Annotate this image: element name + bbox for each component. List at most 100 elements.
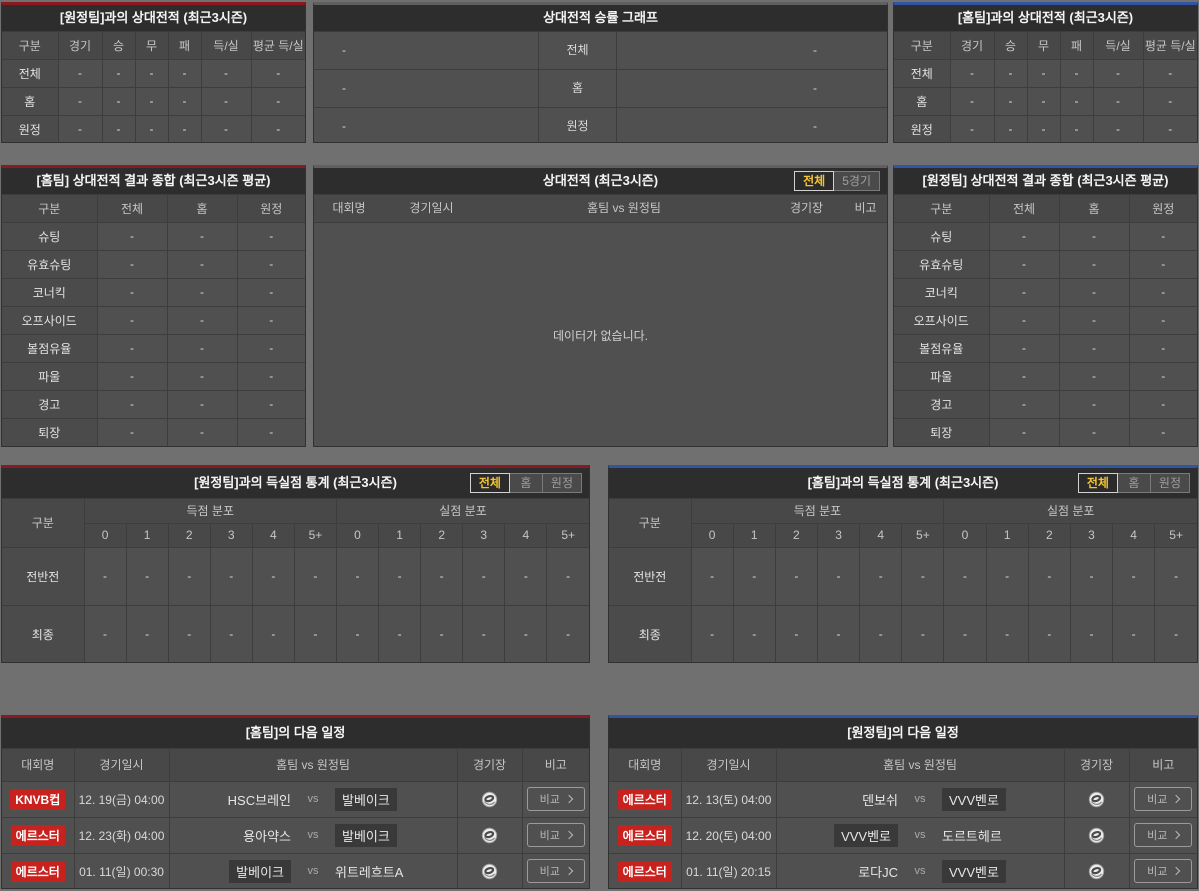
col-header: 원정 <box>237 195 305 222</box>
tab-all[interactable]: 전체 <box>1078 473 1118 493</box>
row-label: 홈 <box>2 87 58 115</box>
stat-value: - <box>252 605 294 663</box>
tab-all[interactable]: 전체 <box>794 171 834 191</box>
stat-value: - <box>97 390 167 418</box>
stat-value: - <box>84 547 126 605</box>
tab-home[interactable]: 홈 <box>509 473 543 493</box>
stat-value: - <box>1059 222 1129 250</box>
schedule-away-table: 대회명 경기일시 홈팀 vs 원정팀 경기장 비고 에르스터 12. 13(토)… <box>609 749 1197 889</box>
compare-button[interactable]: 비교 <box>1134 823 1192 847</box>
stat-value: - <box>168 605 210 663</box>
stat-value: - <box>167 362 237 390</box>
graph-right-value: - <box>617 108 887 143</box>
stat-value: - <box>1093 87 1143 115</box>
stat-value: - <box>168 547 210 605</box>
col-header: 전체 <box>97 195 167 222</box>
graph-row: - 원정 - <box>314 108 887 143</box>
stat-value: - <box>463 547 505 605</box>
group-header-goals-for: 득점 분포 <box>84 499 336 523</box>
stat-value: - <box>1113 605 1155 663</box>
stat-value: - <box>252 547 294 605</box>
stat-value: - <box>336 605 378 663</box>
tab-home[interactable]: 홈 <box>1117 473 1151 493</box>
panel-h2h-vs-home: [홈팀]과의 상대전적 (최근3시즌) 구분 경기 승 무 패 득/실 평균 득… <box>893 2 1198 143</box>
graph-row-label: 전체 <box>539 32 617 69</box>
stat-value: - <box>237 390 305 418</box>
scope-tabs: 전체 홈 원정 <box>1078 473 1190 493</box>
fixture-row: 에르스터 01. 11(일) 20:15 로다JC vs VVV벤로 비교 <box>609 853 1197 889</box>
row-label: 유효슈팅 <box>894 250 989 278</box>
compare-button[interactable]: 비교 <box>1134 859 1192 883</box>
stat-value: - <box>989 418 1059 446</box>
col-header: 대회명 <box>314 195 384 222</box>
fixture-row: KNVB컵 12. 19(금) 04:00 HSC브레인 vs 발베이크 비교 <box>2 781 589 817</box>
sub-col-header: 1 <box>733 523 775 547</box>
sub-col-header: 2 <box>775 523 817 547</box>
panel-title: [원정팀] 상대전적 결과 종합 (최근3시즌 평균) <box>894 168 1197 195</box>
col-header: 무 <box>1027 32 1060 59</box>
chevron-right-icon <box>565 831 573 839</box>
stat-value: - <box>167 418 237 446</box>
stat-value: - <box>1027 115 1060 143</box>
panel-schedule-away: [원정팀]의 다음 일정 대회명 경기일시 홈팀 vs 원정팀 경기장 비고 에… <box>608 715 1198 889</box>
col-header: 대회명 <box>609 749 681 781</box>
stat-value: - <box>237 306 305 334</box>
stat-value: - <box>1059 250 1129 278</box>
stat-value: - <box>989 334 1059 362</box>
stat-value: - <box>986 547 1028 605</box>
corner-header: 구분 <box>2 499 84 547</box>
home-team: 용아약스 <box>170 826 292 845</box>
sub-col-header: 1 <box>126 523 168 547</box>
compare-button[interactable]: 비교 <box>527 823 585 847</box>
tab-away[interactable]: 원정 <box>542 473 582 493</box>
row-label: 파울 <box>894 362 989 390</box>
stat-value: - <box>102 115 135 143</box>
panel-title-bar: [홈팀]과의 득실점 통계 (최근3시즌) 전체 홈 원정 <box>609 468 1197 499</box>
row-label: 경고 <box>2 390 97 418</box>
stat-value: - <box>1059 362 1129 390</box>
compare-button[interactable]: 비교 <box>527 859 585 883</box>
stat-value: - <box>505 547 547 605</box>
graph-row: - 전체 - <box>314 32 887 70</box>
col-header: 경기 <box>950 32 994 59</box>
col-header: 승 <box>994 32 1027 59</box>
panel-title: [홈팀]과의 득실점 통계 (최근3시즌) <box>808 475 999 490</box>
row-label: 볼점유율 <box>894 334 989 362</box>
panel-schedule-home: [홈팀]의 다음 일정 대회명 경기일시 홈팀 vs 원정팀 경기장 비고 KN… <box>1 715 590 889</box>
stat-value: - <box>691 547 733 605</box>
graph-left-value: - <box>314 32 539 69</box>
stat-value: - <box>1028 605 1070 663</box>
stat-value: - <box>294 547 336 605</box>
stat-value: - <box>1059 334 1129 362</box>
tab-5games[interactable]: 5경기 <box>833 171 880 191</box>
home-team: VVV벤로 <box>777 824 899 847</box>
compare-button[interactable]: 비교 <box>527 787 585 811</box>
panel-title-bar: [원정팀]과의 득실점 통계 (최근3시즌) 전체 홈 원정 <box>2 468 589 499</box>
panel-title: [홈팀]과의 상대전적 (최근3시즌) <box>894 5 1197 32</box>
stat-value: - <box>126 547 168 605</box>
stat-value: - <box>1060 59 1093 87</box>
col-header: 비고 <box>522 749 589 781</box>
stat-value: - <box>294 605 336 663</box>
match-list-header: 대회명 경기일시 홈팀 vs 원정팀 경기장 비고 <box>314 195 887 223</box>
panel-title-bar: 상대전적 (최근3시즌) 전체 5경기 <box>314 168 887 195</box>
stat-value: - <box>167 222 237 250</box>
vs-label: vs <box>291 865 335 877</box>
stat-value: - <box>902 547 944 605</box>
stat-value: - <box>989 306 1059 334</box>
col-header: 대회명 <box>2 749 74 781</box>
stat-value: - <box>1027 87 1060 115</box>
group-header-goals-against: 실점 분포 <box>944 499 1197 523</box>
compare-button[interactable]: 비교 <box>1134 787 1192 811</box>
tab-all[interactable]: 전체 <box>470 473 510 493</box>
graph-left-value: - <box>314 108 539 143</box>
stat-value: - <box>1129 306 1197 334</box>
vs-label: vs <box>898 793 942 805</box>
fixture-row: 에르스터 12. 20(토) 04:00 VVV벤로 vs 도르트헤르 비교 <box>609 817 1197 853</box>
stat-value: - <box>994 115 1027 143</box>
col-header: 홈팀 vs 원정팀 <box>479 195 769 222</box>
panel-title: 상대전적 승률 그래프 <box>314 5 887 32</box>
panel-goal-stats-vs-home: [홈팀]과의 득실점 통계 (최근3시즌) 전체 홈 원정 구분 득점 분포 실… <box>608 465 1198 663</box>
stat-value: - <box>58 87 102 115</box>
tab-away[interactable]: 원정 <box>1150 473 1190 493</box>
